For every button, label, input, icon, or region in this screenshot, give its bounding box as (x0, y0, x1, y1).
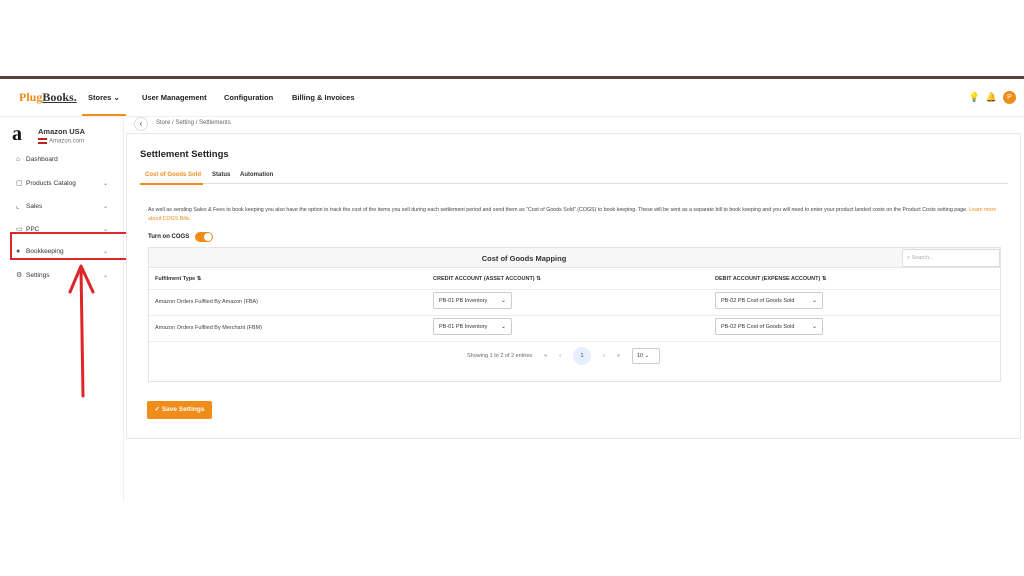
bookkeeping-highlight-box (10, 232, 129, 260)
prev-page-icon[interactable]: ‹ (559, 353, 561, 359)
save-settings-button[interactable]: ✓ Save Settings (147, 401, 212, 419)
pagination-summary: Showing 1 to 2 of 2 entries (467, 353, 533, 359)
nav-stores[interactable]: Stores ⌄ (88, 93, 120, 102)
sort-icon: ⇅ (536, 276, 541, 282)
chevron-down-icon: ⌄ (644, 353, 650, 359)
nav-active-indicator (82, 114, 126, 116)
page-title: Settlement Settings (140, 149, 229, 160)
pagination: Showing 1 to 2 of 2 entries « ‹ 1 › » 10… (467, 347, 660, 365)
tabs: Cost of Goods Sold Status Automation (140, 170, 1008, 185)
column-header-credit-account[interactable]: CREDIT ACCOUNT (ASSET ACCOUNT) ⇅ (433, 276, 541, 282)
box-icon: ▢ (16, 180, 23, 187)
tab-status[interactable]: Status (212, 172, 230, 178)
active-tab-indicator (140, 183, 203, 185)
breadcrumb-bar: ‹ Store / Setting / Settlements (125, 117, 1024, 131)
column-header-fulfilment-type[interactable]: Fulfilment Type ⇅ (155, 276, 201, 282)
chevron-down-icon: ⌄ (500, 298, 506, 304)
check-icon: ✓ (154, 406, 162, 413)
cogs-toggle-label: Turn on COGS (148, 234, 190, 240)
settlement-settings-panel: Settlement Settings Cost of Goods Sold S… (126, 133, 1021, 439)
tab-cost-of-goods-sold[interactable]: Cost of Goods Sold (145, 172, 201, 178)
avatar[interactable]: P (1003, 91, 1016, 104)
nav-billing-invoices[interactable]: Billing & Invoices (292, 93, 355, 102)
cogs-description: As well as sending Sales & Fees to book … (148, 207, 997, 222)
cogs-toggle[interactable] (195, 232, 213, 242)
sort-icon: ⇅ (821, 276, 827, 282)
first-page-icon[interactable]: « (544, 353, 547, 359)
debit-account-select[interactable]: PB-02 PB Cost of Goods Sold ⌄ (715, 318, 823, 335)
sidebar-item-dashboard[interactable]: ⌂ Dashboard (16, 156, 108, 163)
cogs-mapping-table: Cost of Goods Mapping ⌕ Search... Fulfil… (148, 247, 1001, 382)
table-title: Cost of Goods Mapping (481, 254, 567, 263)
last-page-icon[interactable]: » (617, 353, 620, 359)
us-flag-icon (38, 138, 47, 144)
red-arrow-annotation (68, 264, 95, 398)
sidebar-item-products-catalog[interactable]: ▢ Products Catalog ⌄ (16, 179, 108, 188)
store-domain: Amazon.com (49, 138, 85, 145)
debit-account-select[interactable]: PB-02 PB Cost of Goods Sold ⌄ (715, 292, 823, 309)
chevron-left-icon: ‹ (139, 119, 143, 128)
chart-icon: ⌞ (16, 203, 20, 210)
chevron-down-icon: ⌄ (500, 324, 506, 330)
amazon-logo-icon: a (12, 123, 22, 145)
chevron-down-icon: ⌄ (113, 93, 120, 102)
column-header-debit-account[interactable]: DEBIT ACCOUNT (EXPENSE ACCOUNT) ⇅ (715, 276, 826, 282)
chevron-down-icon: ⌄ (811, 298, 817, 304)
chevron-down-icon: ⌄ (102, 180, 108, 187)
lightbulb-icon[interactable]: 💡 (969, 92, 980, 103)
sidebar-item-sales[interactable]: ⌞ Sales ⌄ (16, 202, 108, 211)
sort-icon: ⇅ (196, 276, 202, 282)
home-icon: ⌂ (16, 156, 21, 163)
nav-user-management[interactable]: User Management (142, 93, 207, 102)
plugbooks-logo[interactable]: PlugBooks. (19, 90, 77, 105)
back-button[interactable]: ‹ (134, 117, 148, 131)
gear-icon: ⚙ (16, 272, 23, 279)
top-navbar: PlugBooks. Stores ⌄ User Management Conf… (0, 79, 1024, 117)
breadcrumb: Store / Setting / Settlements (156, 120, 231, 126)
tab-automation[interactable]: Automation (240, 172, 273, 178)
next-page-icon[interactable]: › (603, 353, 605, 359)
credit-account-select[interactable]: PB-01 PB Inventory ⌄ (433, 318, 512, 335)
search-input[interactable]: ⌕ Search... (902, 249, 1000, 267)
nav-configuration[interactable]: Configuration (224, 93, 273, 102)
per-page-select[interactable]: 10 ⌄ (631, 348, 660, 364)
store-name: Amazon USA (38, 127, 86, 136)
credit-account-select[interactable]: PB-01 PB Inventory ⌄ (433, 292, 512, 309)
chevron-down-icon: ⌄ (811, 324, 817, 330)
table-row-fulfilment-type: Amazon Orders Fulfiled By Amazon (FBA) (155, 299, 259, 305)
bell-icon[interactable]: 🔔 (986, 92, 997, 103)
page-button[interactable]: 1 (573, 347, 592, 365)
table-row-fulfilment-type: Amazon Orders Fulfiled By Merchant (FBM) (155, 325, 262, 331)
chevron-down-icon: ⌄ (102, 203, 108, 210)
